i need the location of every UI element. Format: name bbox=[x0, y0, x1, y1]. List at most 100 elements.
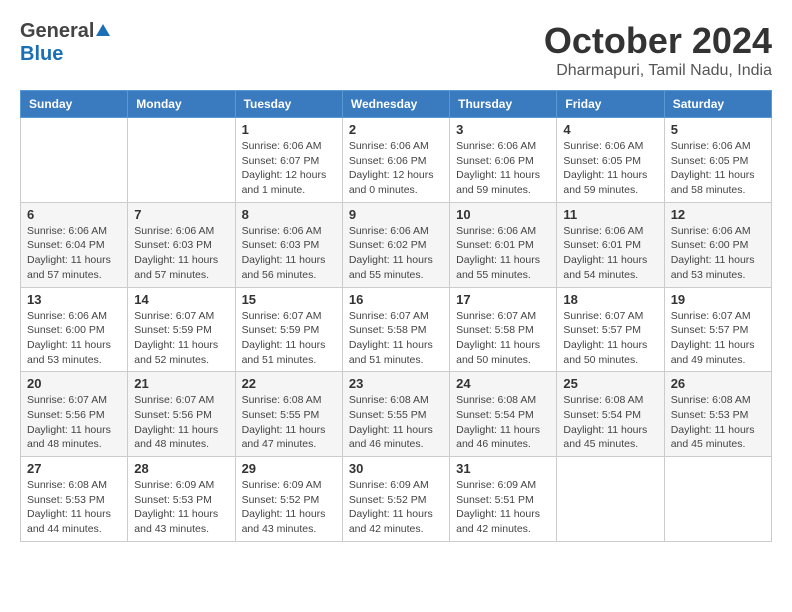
logo-blue-text: Blue bbox=[20, 43, 63, 65]
day-number: 10 bbox=[456, 207, 550, 222]
calendar-cell: 19Sunrise: 6:07 AMSunset: 5:57 PMDayligh… bbox=[664, 287, 771, 372]
calendar-cell: 14Sunrise: 6:07 AMSunset: 5:59 PMDayligh… bbox=[128, 287, 235, 372]
calendar-cell: 22 Sunrise: 6:08 AMSunset: 5:55 PMDayligh… bbox=[235, 372, 342, 457]
day-number: 25 bbox=[563, 376, 657, 391]
week-row-3: 13 Sunrise: 6:06 AMSunset: 6:00 PMDayligh… bbox=[21, 287, 772, 372]
day-info: Sunrise: 6:07 AMSunset: 5:56 PMDaylight:… bbox=[134, 393, 228, 452]
calendar-cell: 16 Sunrise: 6:07 AMSunset: 5:58 PMDayligh… bbox=[342, 287, 449, 372]
day-info: Sunrise: 6:09 AMSunset: 5:53 PMDaylight:… bbox=[134, 478, 228, 537]
calendar-table: SundayMondayTuesdayWednesdayThursdayFrid… bbox=[20, 90, 772, 542]
logo: General Blue bbox=[20, 20, 110, 66]
day-info: Sunrise: 6:06 AMSunset: 6:00 PMDaylight:… bbox=[27, 309, 121, 368]
day-number: 19 bbox=[671, 292, 765, 307]
weekday-header-saturday: Saturday bbox=[664, 91, 771, 118]
day-info: Sunrise: 6:06 AMSunset: 6:06 PMDaylight:… bbox=[349, 139, 443, 198]
day-number: 4 bbox=[563, 122, 657, 137]
calendar-cell: 11 Sunrise: 6:06 AMSunset: 6:01 PMDayligh… bbox=[557, 202, 664, 287]
header: General Blue October 2024 Dharmapuri, Ta… bbox=[20, 20, 772, 80]
calendar-cell: 29 Sunrise: 6:09 AMSunset: 5:52 PMDayligh… bbox=[235, 457, 342, 542]
weekday-header-monday: Monday bbox=[128, 91, 235, 118]
calendar-cell: 9 Sunrise: 6:06 AMSunset: 6:02 PMDaylight… bbox=[342, 202, 449, 287]
day-info: Sunrise: 6:07 AMSunset: 5:59 PMDaylight:… bbox=[134, 309, 228, 368]
calendar-cell: 30Sunrise: 6:09 AMSunset: 5:52 PMDayligh… bbox=[342, 457, 449, 542]
day-number: 1 bbox=[242, 122, 336, 137]
day-number: 5 bbox=[671, 122, 765, 137]
day-number: 26 bbox=[671, 376, 765, 391]
calendar-cell: 25Sunrise: 6:08 AMSunset: 5:54 PMDayligh… bbox=[557, 372, 664, 457]
calendar-cell: 2 Sunrise: 6:06 AMSunset: 6:06 PMDaylight… bbox=[342, 118, 449, 203]
day-number: 20 bbox=[27, 376, 121, 391]
calendar-cell: 20 Sunrise: 6:07 AMSunset: 5:56 PMDayligh… bbox=[21, 372, 128, 457]
day-info: Sunrise: 6:06 AMSunset: 6:03 PMDaylight:… bbox=[134, 224, 228, 283]
calendar-cell: 7 Sunrise: 6:06 AMSunset: 6:03 PMDaylight… bbox=[128, 202, 235, 287]
day-info: Sunrise: 6:06 AMSunset: 6:02 PMDaylight:… bbox=[349, 224, 443, 283]
calendar-cell: 12Sunrise: 6:06 AMSunset: 6:00 PMDayligh… bbox=[664, 202, 771, 287]
calendar-cell bbox=[664, 457, 771, 542]
day-number: 28 bbox=[134, 461, 228, 476]
calendar-cell bbox=[557, 457, 664, 542]
calendar-cell: 1 Sunrise: 6:06 AMSunset: 6:07 PMDaylight… bbox=[235, 118, 342, 203]
day-number: 15 bbox=[242, 292, 336, 307]
calendar-cell: 15Sunrise: 6:07 AMSunset: 5:59 PMDayligh… bbox=[235, 287, 342, 372]
day-number: 11 bbox=[563, 207, 657, 222]
day-info: Sunrise: 6:06 AMSunset: 6:03 PMDaylight:… bbox=[242, 224, 336, 283]
calendar-cell: 28 Sunrise: 6:09 AMSunset: 5:53 PMDayligh… bbox=[128, 457, 235, 542]
day-number: 7 bbox=[134, 207, 228, 222]
day-info: Sunrise: 6:08 AMSunset: 5:55 PMDaylight:… bbox=[242, 393, 336, 452]
day-number: 16 bbox=[349, 292, 443, 307]
day-info: Sunrise: 6:06 AMSunset: 6:01 PMDaylight:… bbox=[563, 224, 657, 283]
calendar-cell: 5 Sunrise: 6:06 AMSunset: 6:05 PMDaylight… bbox=[664, 118, 771, 203]
day-number: 6 bbox=[27, 207, 121, 222]
day-info: Sunrise: 6:06 AMSunset: 6:04 PMDaylight:… bbox=[27, 224, 121, 283]
day-info: Sunrise: 6:07 AMSunset: 5:56 PMDaylight:… bbox=[27, 393, 121, 452]
day-number: 23 bbox=[349, 376, 443, 391]
day-info: Sunrise: 6:07 AMSunset: 5:58 PMDaylight:… bbox=[456, 309, 550, 368]
day-info: Sunrise: 6:06 AMSunset: 6:05 PMDaylight:… bbox=[563, 139, 657, 198]
day-info: Sunrise: 6:09 AMSunset: 5:51 PMDaylight:… bbox=[456, 478, 550, 537]
calendar-cell: 21 Sunrise: 6:07 AMSunset: 5:56 PMDayligh… bbox=[128, 372, 235, 457]
day-info: Sunrise: 6:08 AMSunset: 5:53 PMDaylight:… bbox=[27, 478, 121, 537]
day-number: 18 bbox=[563, 292, 657, 307]
day-info: Sunrise: 6:07 AMSunset: 5:57 PMDaylight:… bbox=[563, 309, 657, 368]
calendar-cell: 3Sunrise: 6:06 AMSunset: 6:06 PMDaylight… bbox=[450, 118, 557, 203]
weekday-header-tuesday: Tuesday bbox=[235, 91, 342, 118]
calendar-cell: 6 Sunrise: 6:06 AMSunset: 6:04 PMDaylight… bbox=[21, 202, 128, 287]
week-row-4: 20 Sunrise: 6:07 AMSunset: 5:56 PMDayligh… bbox=[21, 372, 772, 457]
day-number: 13 bbox=[27, 292, 121, 307]
calendar-cell: 4 Sunrise: 6:06 AMSunset: 6:05 PMDaylight… bbox=[557, 118, 664, 203]
calendar-cell: 17Sunrise: 6:07 AMSunset: 5:58 PMDayligh… bbox=[450, 287, 557, 372]
day-info: Sunrise: 6:06 AMSunset: 6:06 PMDaylight:… bbox=[456, 139, 550, 198]
calendar-cell bbox=[21, 118, 128, 203]
week-row-5: 27 Sunrise: 6:08 AMSunset: 5:53 PMDayligh… bbox=[21, 457, 772, 542]
calendar-cell: 26 Sunrise: 6:08 AMSunset: 5:53 PMDayligh… bbox=[664, 372, 771, 457]
day-info: Sunrise: 6:07 AMSunset: 5:58 PMDaylight:… bbox=[349, 309, 443, 368]
day-number: 22 bbox=[242, 376, 336, 391]
day-info: Sunrise: 6:08 AMSunset: 5:55 PMDaylight:… bbox=[349, 393, 443, 452]
location-subtitle: Dharmapuri, Tamil Nadu, India bbox=[544, 62, 772, 80]
day-info: Sunrise: 6:06 AMSunset: 6:07 PMDaylight:… bbox=[242, 139, 336, 198]
calendar-cell: 13 Sunrise: 6:06 AMSunset: 6:00 PMDayligh… bbox=[21, 287, 128, 372]
title-area: October 2024 Dharmapuri, Tamil Nadu, Ind… bbox=[544, 20, 772, 80]
day-info: Sunrise: 6:06 AMSunset: 6:01 PMDaylight:… bbox=[456, 224, 550, 283]
day-info: Sunrise: 6:08 AMSunset: 5:54 PMDaylight:… bbox=[456, 393, 550, 452]
logo-general-text: General bbox=[20, 20, 94, 43]
calendar-cell: 24 Sunrise: 6:08 AMSunset: 5:54 PMDayligh… bbox=[450, 372, 557, 457]
day-number: 2 bbox=[349, 122, 443, 137]
week-row-2: 6 Sunrise: 6:06 AMSunset: 6:04 PMDaylight… bbox=[21, 202, 772, 287]
day-info: Sunrise: 6:06 AMSunset: 6:05 PMDaylight:… bbox=[671, 139, 765, 198]
calendar-cell bbox=[128, 118, 235, 203]
day-number: 24 bbox=[456, 376, 550, 391]
day-number: 21 bbox=[134, 376, 228, 391]
day-info: Sunrise: 6:09 AMSunset: 5:52 PMDaylight:… bbox=[242, 478, 336, 537]
week-row-1: 1 Sunrise: 6:06 AMSunset: 6:07 PMDaylight… bbox=[21, 118, 772, 203]
weekday-header-sunday: Sunday bbox=[21, 91, 128, 118]
month-title: October 2024 bbox=[544, 20, 772, 62]
day-info: Sunrise: 6:08 AMSunset: 5:53 PMDaylight:… bbox=[671, 393, 765, 452]
day-number: 12 bbox=[671, 207, 765, 222]
calendar-cell: 18 Sunrise: 6:07 AMSunset: 5:57 PMDayligh… bbox=[557, 287, 664, 372]
calendar-cell: 23 Sunrise: 6:08 AMSunset: 5:55 PMDayligh… bbox=[342, 372, 449, 457]
day-number: 9 bbox=[349, 207, 443, 222]
day-number: 29 bbox=[242, 461, 336, 476]
day-number: 27 bbox=[27, 461, 121, 476]
weekday-header-row: SundayMondayTuesdayWednesdayThursdayFrid… bbox=[21, 91, 772, 118]
